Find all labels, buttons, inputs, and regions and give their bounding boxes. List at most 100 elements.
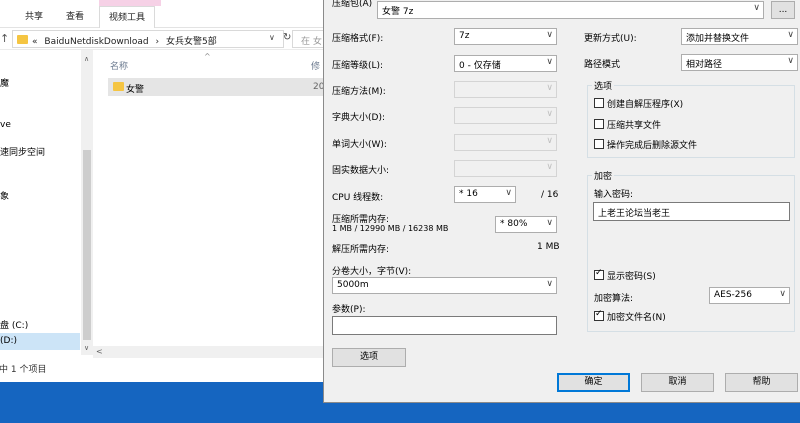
chevron-down-icon: ∨ (546, 83, 553, 93)
chevron-down-icon: ∨ (546, 218, 553, 228)
options-group-label: 选项 (592, 79, 615, 92)
shared-checkbox[interactable] (594, 119, 604, 129)
format-label: 压缩格式(F): (332, 34, 384, 44)
dict-label: 字典大小(D): (332, 113, 385, 123)
column-name[interactable]: 名称 (110, 59, 128, 72)
search-placeholder: 在 女 (301, 37, 322, 47)
up-arrow-icon[interactable]: ↑ (0, 32, 9, 45)
update-mode-value: 添加并替换文件 (686, 34, 750, 44)
params-input[interactable] (332, 316, 557, 335)
options-button[interactable]: 选项 (332, 348, 406, 367)
method-select: ∨ (454, 81, 557, 98)
status-bar: 选中 1 个项目 (0, 365, 47, 375)
scroll-down-icon[interactable]: ∨ (84, 344, 89, 352)
volume-label: 分卷大小，字节(V): (332, 267, 412, 277)
file-list: ^ 名称 修 女警 20 (93, 50, 324, 355)
chevron-down-icon: ∨ (787, 30, 794, 40)
browse-button[interactable]: ... (771, 1, 795, 19)
folder-icon (17, 35, 28, 44)
chevron-down-icon: ∨ (546, 57, 553, 67)
crumb-folder[interactable]: 女兵女警5部 (166, 37, 217, 47)
column-date[interactable]: 修 (311, 59, 320, 72)
horizontal-scrollbar[interactable]: < (93, 346, 324, 358)
cpu-threads-value: * 16 (459, 189, 478, 199)
archive-name-field[interactable]: 女警 7z ∨ (377, 1, 764, 19)
chevron-down-icon: ∨ (787, 56, 794, 66)
algo-label: 加密算法: (594, 294, 634, 304)
nav-item-drive-c[interactable]: 盘 (C:) (0, 318, 28, 331)
address-row: ↑ « BaiduNetdiskDownload › 女兵女警5部 ∨ ↻ 在 … (0, 28, 332, 50)
sfx-label: 创建自解压程序(X) (607, 100, 684, 110)
address-dropdown-icon[interactable]: ∨ (269, 33, 275, 42)
folder-icon (113, 82, 124, 91)
mem-percent-value: * 80% (500, 219, 528, 229)
password-label: 输入密码: (594, 190, 634, 200)
mem-percent-select[interactable]: * 80% ∨ (495, 216, 557, 233)
tab-share[interactable]: 共享 (25, 9, 43, 22)
dict-select: ∨ (454, 107, 557, 124)
solid-label: 固实数据大小: (332, 166, 390, 176)
word-label: 单词大小(W): (332, 140, 387, 150)
ribbon: 看 共享 查看 视频工具 (0, 0, 324, 28)
navigation-pane: 魔 ve 速同步空间 象 盘 (C:) (D:) (0, 50, 81, 355)
update-mode-select[interactable]: 添加并替换文件 ∨ (681, 28, 798, 45)
format-select[interactable]: 7z ∨ (454, 28, 557, 45)
nav-scrollbar[interactable]: ∧ ∨ (81, 50, 93, 355)
show-password-checkbox[interactable] (594, 268, 604, 280)
show-password-label: 显示密码(S) (607, 272, 656, 282)
delete-source-label: 操作完成后删除源文件 (607, 141, 698, 151)
nav-item-2[interactable]: 速同步空间 (0, 145, 45, 158)
address-bar[interactable]: « BaiduNetdiskDownload › 女兵女警5部 ∨ ↻ (12, 30, 291, 48)
tab-view[interactable]: 查看 (66, 9, 84, 22)
chevron-down-icon: ∨ (505, 188, 512, 198)
level-label: 压缩等级(L): (332, 61, 384, 71)
volume-size-value: 5000m (337, 280, 369, 290)
scroll-thumb[interactable] (83, 150, 91, 340)
path-mode-label: 路径模式 (584, 60, 621, 70)
chevron-down-icon: ∨ (546, 30, 553, 40)
method-label: 压缩方法(M): (332, 87, 386, 97)
solid-select: ∨ (454, 160, 557, 177)
sort-indicator-icon: ^ (204, 52, 211, 61)
decomp-label: 解压所需内存: (332, 245, 390, 255)
file-explorer-window: 看 共享 查看 视频工具 ↑ « BaiduNetdiskDownload › … (0, 0, 332, 382)
refresh-icon[interactable]: ↻ (283, 32, 291, 43)
password-input[interactable]: 上老王论坛当老王 (593, 202, 790, 221)
nav-item-3[interactable]: 象 (0, 189, 9, 202)
params-label: 参数(P): (332, 305, 366, 315)
file-name: 女警 (126, 85, 145, 95)
taskbar (0, 382, 800, 423)
encrypt-names-checkbox[interactable] (594, 309, 604, 321)
cpu-total: / 16 (541, 190, 559, 200)
path-mode-select[interactable]: 相对路径 ∨ (681, 54, 798, 71)
delete-source-checkbox[interactable] (594, 139, 604, 149)
chevron-down-icon: ∨ (546, 162, 553, 172)
path-mode-value: 相对路径 (686, 60, 723, 70)
chevron-down-icon: ∨ (546, 279, 553, 289)
algo-select[interactable]: AES-256 ∨ (709, 287, 790, 304)
sfx-checkbox[interactable] (594, 98, 604, 108)
level-select[interactable]: 0 - 仅存储 ∨ (454, 55, 557, 72)
scroll-up-icon[interactable]: ∧ (84, 55, 89, 63)
nav-item-0[interactable]: 魔 (0, 76, 9, 89)
archive-name-value: 女警 7z (382, 7, 414, 17)
cpu-threads-select[interactable]: * 16 ∨ (454, 186, 516, 203)
format-value: 7z (459, 31, 470, 41)
word-select: ∨ (454, 134, 557, 151)
archive-label: 压缩包(A) (332, 0, 373, 9)
level-value: 0 - 仅存储 (459, 61, 501, 71)
scroll-left-icon[interactable]: < (96, 347, 103, 356)
shared-label: 压缩共享文件 (607, 121, 662, 131)
back-chevron[interactable]: « (32, 37, 38, 47)
update-mode-label: 更新方式(U): (584, 34, 637, 44)
nav-item-1[interactable]: ve (0, 120, 11, 130)
cpu-label: CPU 线程数: (332, 193, 384, 203)
crumb-baidu[interactable]: BaiduNetdiskDownload (44, 37, 148, 47)
password-value: 上老王论坛当老王 (598, 209, 671, 219)
nav-item-drive-d[interactable]: (D:) (0, 333, 80, 350)
add-to-archive-dialog: 压缩包(A) 女警 7z ∨ ... 压缩格式(F): 7z ∨ 压缩等级(L)… (323, 0, 800, 403)
list-item[interactable]: 女警 20 (108, 78, 324, 96)
tab-video-tools[interactable]: 视频工具 (99, 6, 156, 28)
volume-size-combo[interactable]: 5000m ∨ (332, 277, 557, 294)
chevron-down-icon[interactable]: ∨ (753, 3, 760, 13)
